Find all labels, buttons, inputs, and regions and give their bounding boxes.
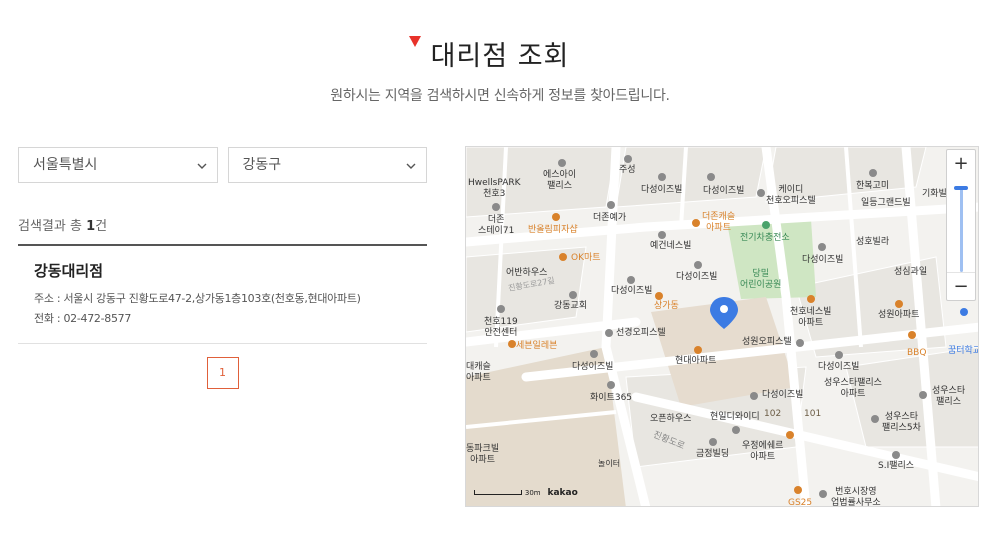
map-label: 성원오피스텔 xyxy=(742,337,792,347)
map-label: 놀이터 xyxy=(598,459,621,468)
map-scale: 30m kakao xyxy=(474,488,578,498)
map-view[interactable]: 에스아이 팰리스 주성 다성이즈빌 다성이즈빌 케이디 천호오피스텔 한복고미 … xyxy=(465,146,979,507)
list-item[interactable]: 강동대리점 주소 : 서울시 강동구 진황도로47-2,상가동1층103호(천호… xyxy=(18,246,427,344)
scale-bar xyxy=(474,490,522,495)
title-wrap: 대리점 조회 xyxy=(408,34,570,73)
result-count: 검색결과 총 1건 xyxy=(18,215,427,246)
dealer-phone: 전화 : 02-472-8577 xyxy=(34,312,132,325)
district-select-value: 강동구 xyxy=(242,157,282,173)
map-label: 더존예가 xyxy=(593,213,627,223)
map-label: 한복고미 xyxy=(856,181,890,191)
zoom-slider-handle[interactable] xyxy=(954,186,968,190)
map-label: 금정빌딩 xyxy=(696,449,730,459)
page-title: 대리점 조회 xyxy=(430,41,570,72)
map-label: 전기차충전소 xyxy=(740,233,790,243)
map-label: 강동교회 xyxy=(554,301,588,311)
map-label: 다성이즈빌 xyxy=(762,390,804,400)
map-label: 다성이즈빌 xyxy=(802,255,844,265)
map-label: 성우스타팰리스 아파트 xyxy=(824,378,882,399)
scale-text: 30m xyxy=(524,489,541,497)
map-label: HwellsPARK 천호3 xyxy=(468,178,521,199)
map-label: 현대아파트 xyxy=(675,356,717,366)
map-label: 대캐슬 아파트 xyxy=(466,362,491,383)
map-label: OK마트 xyxy=(571,253,601,263)
map-label: 성원아파트 xyxy=(878,310,920,320)
map-label: 번호시장영 업법률사무소 xyxy=(831,487,881,507)
district-select[interactable]: 강동구 xyxy=(227,147,427,183)
map-label: GS25 xyxy=(788,498,813,507)
page-subtitle: 원하시는 지역을 검색하시면 신속하게 정보를 찾아드립니다. xyxy=(330,88,670,104)
map-label: 현일디와이디 xyxy=(710,412,760,422)
map-label: 동파크빌 아파트 xyxy=(466,444,500,465)
title-triangle-icon xyxy=(408,36,421,47)
map-label: 더존캐슬 아파트 xyxy=(702,212,736,233)
chevron-down-icon xyxy=(406,163,416,169)
map-label: 예건네스빌 xyxy=(650,241,692,251)
map-label: 다성이즈빌 xyxy=(676,272,718,282)
map-label: 101 xyxy=(804,409,822,419)
map-label: S.I팰리스 xyxy=(878,461,915,471)
search-panel: 서울특별시 강동구 검색결과 총 1건 강동대리점 주소 : 서울시 강동구 진… xyxy=(18,147,427,389)
map-label: 천호119 안전센터 xyxy=(484,317,518,338)
map-label: 상가동 xyxy=(654,301,679,311)
chevron-down-icon xyxy=(197,163,206,169)
page-button-1[interactable]: 1 xyxy=(206,357,239,389)
map-label: 당밀 어린이공원 xyxy=(740,269,782,290)
map-label: 성심과일 xyxy=(894,267,928,277)
dealer-address: 주소 : 서울시 강동구 진황도로47-2,상가동1층103호(천호동,현대아파… xyxy=(34,292,361,305)
map-label: 성호빌라 xyxy=(856,237,890,247)
map-label: 천호네스빌 아파트 xyxy=(790,307,832,328)
map-label: 세븐일레븐 xyxy=(516,341,558,351)
result-count-suffix: 건 xyxy=(95,219,108,234)
region-filters: 서울특별시 강동구 xyxy=(18,147,427,183)
map-label: 더존 스테이71 xyxy=(478,215,515,236)
map-label: 주성 xyxy=(619,165,636,175)
map-label: 화이트365 xyxy=(590,393,633,403)
map-label: BBQ xyxy=(907,348,927,358)
map-brand-logo: kakao xyxy=(547,488,578,498)
zoom-slider-track[interactable] xyxy=(960,186,963,272)
map-label: 반올림피자샵 xyxy=(528,225,578,235)
map-label: 오픈하우스 xyxy=(650,414,692,424)
page-header: 대리점 조회 원하시는 지역을 검색하시면 신속하게 정보를 찾아드립니다. xyxy=(0,34,1000,105)
map-label: 일등그랜드빌 xyxy=(861,198,911,208)
map-label: 성우스타 팰리스5차 xyxy=(882,412,921,433)
city-select-value: 서울특별시 xyxy=(33,157,98,173)
zoom-control: + − xyxy=(946,149,976,301)
dealer-name: 강동대리점 xyxy=(34,262,104,280)
map-label: 다성이즈빌 xyxy=(641,185,683,195)
map-label: 다성이즈빌 xyxy=(572,362,614,372)
city-select[interactable]: 서울특별시 xyxy=(18,147,218,183)
result-count-number: 1 xyxy=(86,219,96,234)
zoom-in-button[interactable]: + xyxy=(947,150,975,178)
map-label: 다성이즈빌 xyxy=(611,286,653,296)
pagination: 1 xyxy=(18,357,427,389)
map-label: 다성이즈빌 xyxy=(703,186,745,196)
result-count-prefix: 검색결과 총 xyxy=(18,219,87,234)
map-label: 꿈터학교 xyxy=(948,346,979,356)
map-label: 선경오피스텔 xyxy=(616,328,666,338)
map-label: 케이디 천호오피스텔 xyxy=(766,185,816,206)
map-label: 다성이즈빌 xyxy=(818,362,860,372)
map-label: 우정에쉐르 아파트 xyxy=(742,441,784,462)
map-label: 에스아이 팰리스 xyxy=(543,170,577,191)
map-label: 성우스타 팰리스 xyxy=(932,386,966,407)
zoom-out-button[interactable]: − xyxy=(947,272,975,300)
map-label: 102 xyxy=(764,409,782,419)
